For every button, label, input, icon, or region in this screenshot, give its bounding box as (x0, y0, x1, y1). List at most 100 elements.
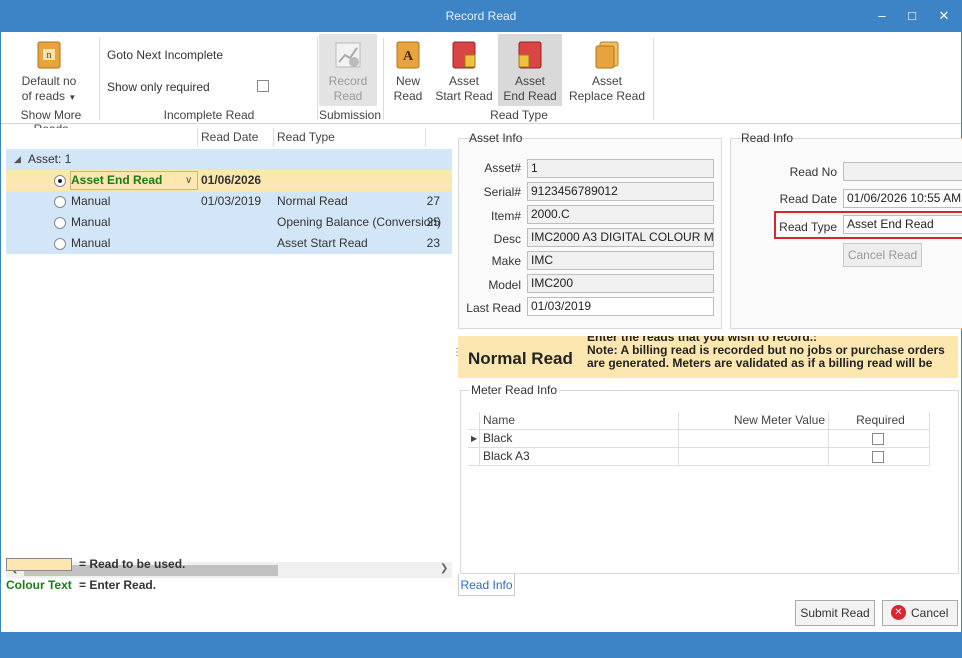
cancel-icon: ✕ (891, 605, 906, 620)
dropdown-arrow-icon: ▼ (68, 93, 77, 102)
read-type-group-label: Read Type (490, 108, 548, 122)
model-label: Model (488, 278, 521, 292)
asset-info-title: Asset Info (469, 131, 523, 145)
grid-header-read-date[interactable]: Read Date (198, 128, 274, 146)
default-reads-button[interactable]: n Default no of reads ▼ (11, 40, 87, 105)
table-row[interactable]: Manual 01/03/2019 Normal Read 27 (6, 191, 452, 212)
asset-label: Asset# (484, 161, 521, 175)
serial-field[interactable]: 9123456789012 (527, 182, 714, 201)
legend-enter-read: = Enter Read. (79, 578, 157, 592)
asset-replace-label-1: Asset (591, 74, 622, 88)
make-label: Make (491, 254, 521, 268)
notice-text: Enter the reads that you wish to record.… (587, 336, 957, 378)
last-read-field[interactable]: 01/03/2019 (527, 297, 714, 316)
read-no-field[interactable] (843, 162, 962, 181)
reads-grid: Read Date Read Type ◢ Asset: 1 Asset End… (6, 128, 452, 598)
model-field[interactable]: IMC200 (527, 274, 714, 293)
read-source: Manual (71, 194, 111, 208)
row-indicator-icon: ▶ (468, 430, 480, 448)
tab-read-info[interactable]: Read Info (458, 574, 515, 596)
meter-name: Black A3 (480, 448, 679, 466)
cancel-read-button[interactable]: Cancel Read (843, 243, 922, 267)
required-checkbox[interactable] (872, 433, 884, 445)
group-row[interactable]: ◢ Asset: 1 (6, 149, 452, 170)
item-field[interactable]: 2000.C (527, 205, 714, 224)
read-type: Opening Balance (Conversion) (277, 215, 442, 229)
window-body: n Default no of reads ▼ Show More Reads … (1, 32, 962, 632)
horizontal-scrollbar[interactable]: ❮ ❯ (6, 562, 452, 578)
asset-end-read-button[interactable]: Asset End Read (498, 34, 562, 106)
cancel-label: Cancel (911, 606, 949, 620)
table-row[interactable]: Manual Asset Start Read 23 (6, 233, 452, 254)
meter-value-input[interactable] (679, 448, 829, 466)
new-read-icon: A (395, 40, 421, 70)
meter-value-input[interactable] (679, 430, 829, 448)
new-read-label-2: Read (393, 89, 423, 103)
asset-replace-read-button[interactable]: Asset Replace Read (567, 40, 647, 104)
desc-field[interactable]: IMC2000 A3 DIGITAL COLOUR MFD (527, 228, 714, 247)
asset-field[interactable]: 1 (527, 159, 714, 178)
read-number: 23 (426, 236, 440, 250)
scroll-right-icon[interactable]: ❯ (440, 563, 448, 574)
asset-end-label-1: Asset (514, 74, 545, 88)
window-title: Record Read (445, 9, 517, 23)
goto-next-incomplete-button[interactable]: Goto Next Incomplete (107, 48, 223, 62)
splitter-handle[interactable]: ⋮ (452, 348, 462, 358)
new-read-label-1: New (395, 74, 420, 88)
read-no-label: Read No (789, 165, 837, 179)
table-row[interactable]: Asset End Read ∨ 01/06/2026 (6, 170, 452, 191)
read-type: Normal Read (277, 194, 348, 208)
meter-read-info-panel: Meter Read Info Name New Meter Value Req… (460, 383, 959, 574)
read-type-label: Read Type (779, 220, 837, 234)
read-date: 01/06/2026 (201, 173, 262, 187)
record-read-label-1: Record (328, 74, 368, 88)
default-reads-label-2: of reads ▼ (21, 89, 77, 103)
meter-header-new-value[interactable]: New Meter Value (679, 412, 829, 430)
meter-read-info-title: Meter Read Info (469, 383, 560, 397)
show-only-required-checkbox[interactable] (257, 80, 269, 92)
grid-header-read-type[interactable]: Read Type (274, 128, 426, 146)
legend-colour-text: Colour Text (6, 578, 72, 592)
serial-label: Serial# (483, 185, 521, 199)
ribbon: n Default no of reads ▼ Show More Reads … (1, 32, 961, 136)
read-type-field[interactable]: Asset End Read (843, 215, 962, 234)
maximize-button[interactable]: □ (902, 6, 922, 26)
submit-read-button[interactable]: Submit Read (795, 600, 875, 626)
read-radio[interactable] (54, 175, 66, 187)
asset-start-label-1: Asset (448, 74, 479, 88)
read-date-label: Read Date (779, 192, 837, 206)
default-reads-label-1: Default no (21, 74, 77, 88)
table-row[interactable]: Manual Opening Balance (Conversion) 25 (6, 212, 452, 233)
legend-swatch (6, 558, 72, 571)
meter-header-name[interactable]: Name (480, 412, 679, 430)
grid-header-blank (6, 128, 198, 146)
required-checkbox[interactable] (872, 451, 884, 463)
meter-header-required[interactable]: Required (829, 412, 930, 430)
cancel-button[interactable]: ✕ Cancel (882, 600, 958, 626)
asset-start-label-2: Start Read (435, 89, 493, 103)
record-read-button[interactable]: Record Read (319, 34, 377, 106)
new-read-button[interactable]: A New Read (387, 40, 429, 104)
show-only-required-label: Show only required (107, 80, 210, 94)
read-info-title: Read Info (741, 131, 794, 145)
collapse-icon[interactable]: ◢ (14, 149, 21, 170)
read-date-field[interactable]: 01/06/2026 10:55 AM (843, 189, 962, 208)
status-bar (0, 632, 962, 658)
meter-required-cell (829, 430, 930, 448)
group-label: Asset: 1 (28, 152, 72, 166)
read-radio[interactable] (54, 217, 66, 229)
asset-replace-icon (594, 40, 620, 70)
make-field[interactable]: IMC (527, 251, 714, 270)
minimize-button[interactable]: – (872, 6, 892, 26)
read-radio[interactable] (54, 238, 66, 250)
record-read-label-2: Read (333, 89, 363, 103)
meter-grid: Name New Meter Value Required ▶ Black Bl… (468, 412, 930, 466)
meter-name: Black (480, 430, 679, 448)
asset-start-read-button[interactable]: Asset Start Read (433, 40, 495, 104)
item-label: Item# (490, 209, 521, 223)
close-button[interactable]: ✕ (934, 6, 954, 26)
chart-icon (335, 40, 361, 70)
asset-replace-label-2: Replace Read (568, 89, 646, 103)
read-radio[interactable] (54, 196, 66, 208)
read-source: Manual (71, 215, 111, 229)
